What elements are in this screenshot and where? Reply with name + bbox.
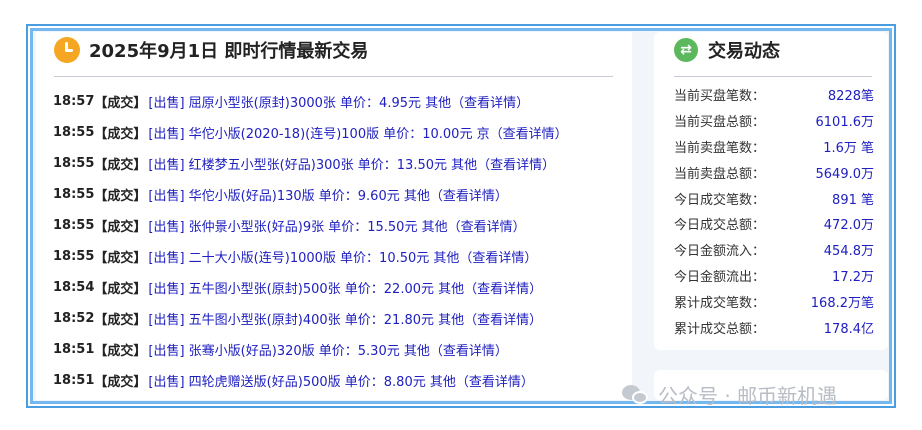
trade-time: 18:55 <box>53 187 95 202</box>
stat-label: 当前卖盘总额： <box>674 166 766 182</box>
trade-status: 【成交】 <box>94 375 147 390</box>
trade-time: 18:55 <box>53 218 95 233</box>
clock-icon <box>54 37 80 63</box>
list-item: 18:55 【成交】 [出售] 华佗小版(2020-18)(连号)100版 单价… <box>53 117 628 148</box>
latest-trades-header: 2025年9月1日 即时行情最新交易 <box>54 37 368 63</box>
trade-link[interactable]: [出售] 五牛图小型张(原封)500张 单价：22.00元 其他（查看详情） <box>148 278 542 297</box>
stat-label: 今日成交笔数： <box>674 192 766 208</box>
list-item: 18:51 【成交】 [出售] 四轮虎赠送版(好品)500版 单价：8.80元 … <box>53 365 628 396</box>
stat-row: 今日成交总额： 472.0万 <box>674 211 874 237</box>
wechat-icon <box>622 384 650 406</box>
trade-dynamics-header: ⇄ 交易动态 <box>674 37 780 63</box>
trade-time: 18:57 <box>53 94 95 109</box>
trade-link[interactable]: [出售] 屈原小型张(原封)3000张 单价：4.95元 其他（查看详情） <box>148 92 529 111</box>
stat-row: 今日金额流入： 454.8万 <box>674 237 874 263</box>
trade-status: 【成交】 <box>94 189 147 204</box>
stat-value: 1.6万 笔 <box>823 140 874 156</box>
list-item: 18:55 【成交】 [出售] 红楼梦五小型张(好品)300张 单价：13.50… <box>53 148 628 179</box>
stat-label: 累计成交总额： <box>674 321 766 337</box>
list-item: 18:52 【成交】 [出售] 五牛图小型张(原封)400张 单价：21.80元… <box>53 303 628 334</box>
trade-link[interactable]: [出售] 张仲景小型张(好品)9张 单价：15.50元 其他（查看详情） <box>148 216 525 235</box>
latest-trades-title: 2025年9月1日 即时行情最新交易 <box>89 41 369 62</box>
trade-status: 【成交】 <box>94 282 147 297</box>
stat-row: 当前卖盘笔数： 1.6万 笔 <box>674 134 874 160</box>
trade-time: 18:52 <box>53 311 95 326</box>
divider <box>674 76 872 77</box>
trade-status: 【成交】 <box>94 344 147 359</box>
list-item: 18:55 【成交】 [出售] 华佗小版(好品)130版 单价：9.60元 其他… <box>53 179 628 210</box>
stat-label: 当前买盘总额： <box>674 115 766 131</box>
trade-time: 18:55 <box>53 156 95 171</box>
trade-status: 【成交】 <box>94 127 147 142</box>
trade-time: 18:54 <box>53 280 95 295</box>
trade-link[interactable]: [出售] 二十大小版(连号)1000版 单价：10.50元 其他（查看详情） <box>148 247 537 266</box>
stat-row: 今日成交笔数： 891 笔 <box>674 185 874 211</box>
exchange-icon: ⇄ <box>674 38 698 62</box>
stat-label: 今日金额流入： <box>674 244 766 260</box>
stat-value: 8228笔 <box>827 89 874 105</box>
trade-status: 【成交】 <box>94 251 147 266</box>
trade-link[interactable]: [出售] 华佗小版(2020-18)(连号)100版 单价：10.00元 京（查… <box>148 123 567 142</box>
stat-value: 891 笔 <box>832 192 874 208</box>
trade-dynamics-title: 交易动态 <box>708 41 780 62</box>
watermark-text: 公众号 · 邮币新机遇 <box>658 384 838 408</box>
trade-link[interactable]: [出售] 四轮虎赠送版(好品)500版 单价：8.80元 其他（查看详情） <box>148 371 533 390</box>
stat-value: 168.2万笔 <box>810 295 874 311</box>
trade-status: 【成交】 <box>94 96 147 111</box>
trade-link[interactable]: [出售] 华佗小版(好品)130版 单价：9.60元 其他（查看详情） <box>148 185 507 204</box>
stat-row: 当前买盘总额： 6101.6万 <box>674 108 874 134</box>
stat-label: 当前卖盘笔数： <box>674 140 766 156</box>
trade-link[interactable]: [出售] 五牛图小型张(原封)400张 单价：21.80元 其他（查看详情） <box>148 309 542 328</box>
stat-label: 今日成交总额： <box>674 218 766 234</box>
trade-time: 18:55 <box>53 249 95 264</box>
list-item: 18:57 【成交】 [出售] 屈原小型张(原封)3000张 单价：4.95元 … <box>53 86 628 117</box>
stat-value: 17.2万 <box>832 269 874 285</box>
stat-row: 今日金额流出： 17.2万 <box>674 263 874 289</box>
stats-list: 当前买盘笔数： 8228笔 当前买盘总额： 6101.6万 当前卖盘笔数： 1.… <box>674 82 874 340</box>
list-item: 18:55 【成交】 [出售] 二十大小版(连号)1000版 单价：10.50元… <box>53 241 628 272</box>
list-item: 18:51 【成交】 [出售] 张骞小版(好品)320版 单价：5.30元 其他… <box>53 334 628 365</box>
stat-row: 累计成交总额： 178.4亿 <box>674 314 874 340</box>
trade-time: 18:51 <box>53 373 95 388</box>
stat-row: 当前卖盘总额： 5649.0万 <box>674 159 874 185</box>
stat-value: 178.4亿 <box>823 321 874 337</box>
stat-value: 5649.0万 <box>815 166 875 182</box>
divider <box>54 76 613 77</box>
stat-row: 累计成交笔数： 168.2万笔 <box>674 288 874 314</box>
stat-label: 今日金额流出： <box>674 269 766 285</box>
trade-link[interactable]: [出售] 张骞小版(好品)320版 单价：5.30元 其他（查看详情） <box>148 340 507 359</box>
stat-label: 当前买盘笔数： <box>674 89 766 105</box>
trade-status: 【成交】 <box>94 158 147 173</box>
stat-value: 6101.6万 <box>815 115 875 131</box>
trade-list: 18:57 【成交】 [出售] 屈原小型张(原封)3000张 单价：4.95元 … <box>53 86 628 396</box>
stat-label: 累计成交笔数： <box>674 295 766 311</box>
trade-time: 18:55 <box>53 125 95 140</box>
list-item: 18:54 【成交】 [出售] 五牛图小型张(原封)500张 单价：22.00元… <box>53 272 628 303</box>
trade-status: 【成交】 <box>94 313 147 328</box>
watermark: 公众号 · 邮币新机遇 <box>622 380 837 409</box>
stat-value: 454.8万 <box>823 244 874 260</box>
trade-link[interactable]: [出售] 红楼梦五小型张(好品)300张 单价：13.50元 其他（查看详情） <box>148 154 555 173</box>
trade-time: 18:51 <box>53 342 95 357</box>
list-item: 18:55 【成交】 [出售] 张仲景小型张(好品)9张 单价：15.50元 其… <box>53 210 628 241</box>
stat-row: 当前买盘笔数： 8228笔 <box>674 82 874 108</box>
stat-value: 472.0万 <box>823 218 874 234</box>
trade-status: 【成交】 <box>94 220 147 235</box>
